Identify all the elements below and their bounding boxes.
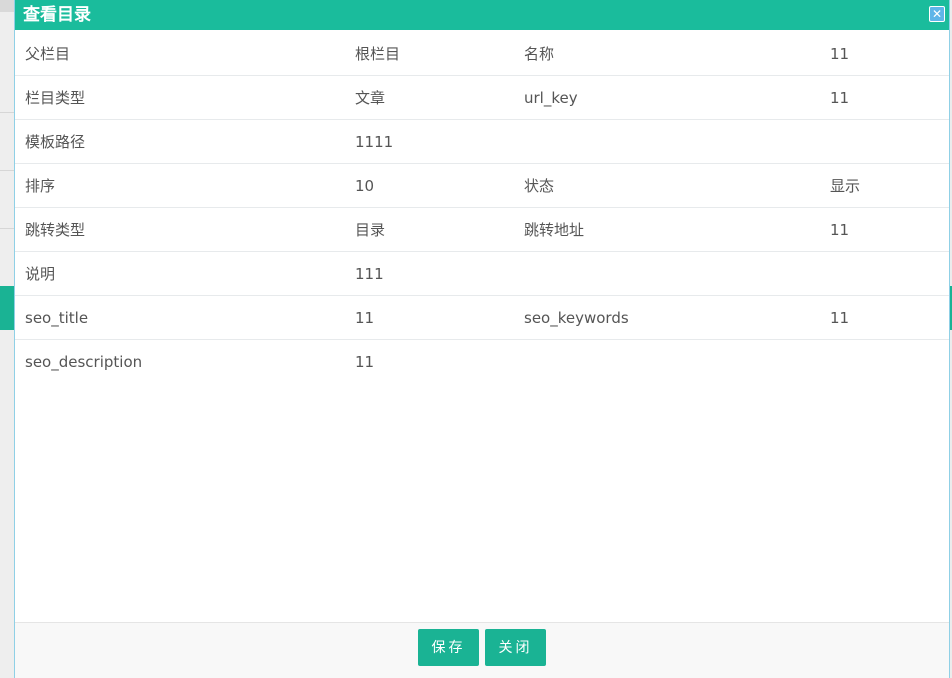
field-label: 状态 [514, 163, 820, 208]
field-value: 111 [345, 251, 514, 296]
background-highlight [0, 286, 14, 330]
field-label: 跳转类型 [15, 207, 345, 252]
field-label [514, 340, 820, 384]
field-value: 11 [355, 352, 375, 371]
field-label [514, 251, 820, 296]
table-row: 栏目类型 文章 url_key 11 [15, 75, 949, 120]
field-value: 11 [345, 295, 514, 340]
close-icon[interactable]: ✕ [929, 6, 945, 22]
field-label: seo_description [25, 352, 143, 371]
field-value: 11 [820, 295, 949, 340]
field-value [820, 251, 949, 296]
view-catalog-dialog: 查看目录 ✕ 父栏目 根栏目 名称 11 栏目类型 文章 url_key 11 … [14, 0, 950, 678]
field-value: 11 [820, 75, 949, 120]
table-row: 模板路径 1111 [15, 119, 949, 164]
background-divider [0, 112, 14, 113]
field-value: 根栏目 [345, 32, 514, 76]
field-value [820, 119, 949, 164]
field-value: 11 [820, 32, 949, 76]
background-divider [0, 228, 14, 229]
field-value: 1111 [345, 119, 514, 164]
field-label [514, 119, 820, 164]
field-value: 11 [820, 207, 949, 252]
table-row: seo_description 11 [15, 340, 949, 384]
table-row: 父栏目 根栏目 名称 11 [15, 32, 949, 76]
background-page [0, 0, 14, 678]
dialog-footer: 保存 关闭 [15, 622, 949, 678]
field-label: 栏目类型 [15, 75, 345, 120]
background-divider [0, 170, 14, 171]
field-label: url_key [514, 75, 820, 120]
field-value: 目录 [345, 207, 514, 252]
table-row: seo_title 11 seo_keywords 11 [15, 295, 949, 340]
field-label: 名称 [514, 32, 820, 76]
field-label: 说明 [15, 251, 345, 296]
field-label: 模板路径 [15, 119, 345, 164]
field-label: seo_keywords [514, 295, 820, 340]
field-label: 父栏目 [15, 32, 345, 76]
save-button[interactable]: 保存 [417, 629, 479, 666]
field-label: seo_title [15, 295, 345, 340]
field-label: 排序 [15, 163, 345, 208]
background-divider [0, 0, 14, 12]
catalog-info-table: 父栏目 根栏目 名称 11 栏目类型 文章 url_key 11 模板路径 11… [15, 32, 949, 383]
field-value: 文章 [345, 75, 514, 120]
field-value: 显示 [820, 163, 949, 208]
dialog-titlebar: 查看目录 ✕ [15, 0, 949, 30]
dialog-title: 查看目录 [23, 5, 91, 25]
field-value [820, 340, 949, 384]
field-label: 跳转地址 [514, 207, 820, 252]
close-button[interactable]: 关闭 [485, 629, 547, 666]
field-value: 10 [345, 163, 514, 208]
table-row: 排序 10 状态 显示 [15, 163, 949, 208]
table-row: 跳转类型 目录 跳转地址 11 [15, 207, 949, 252]
table-row: 说明 111 [15, 251, 949, 296]
